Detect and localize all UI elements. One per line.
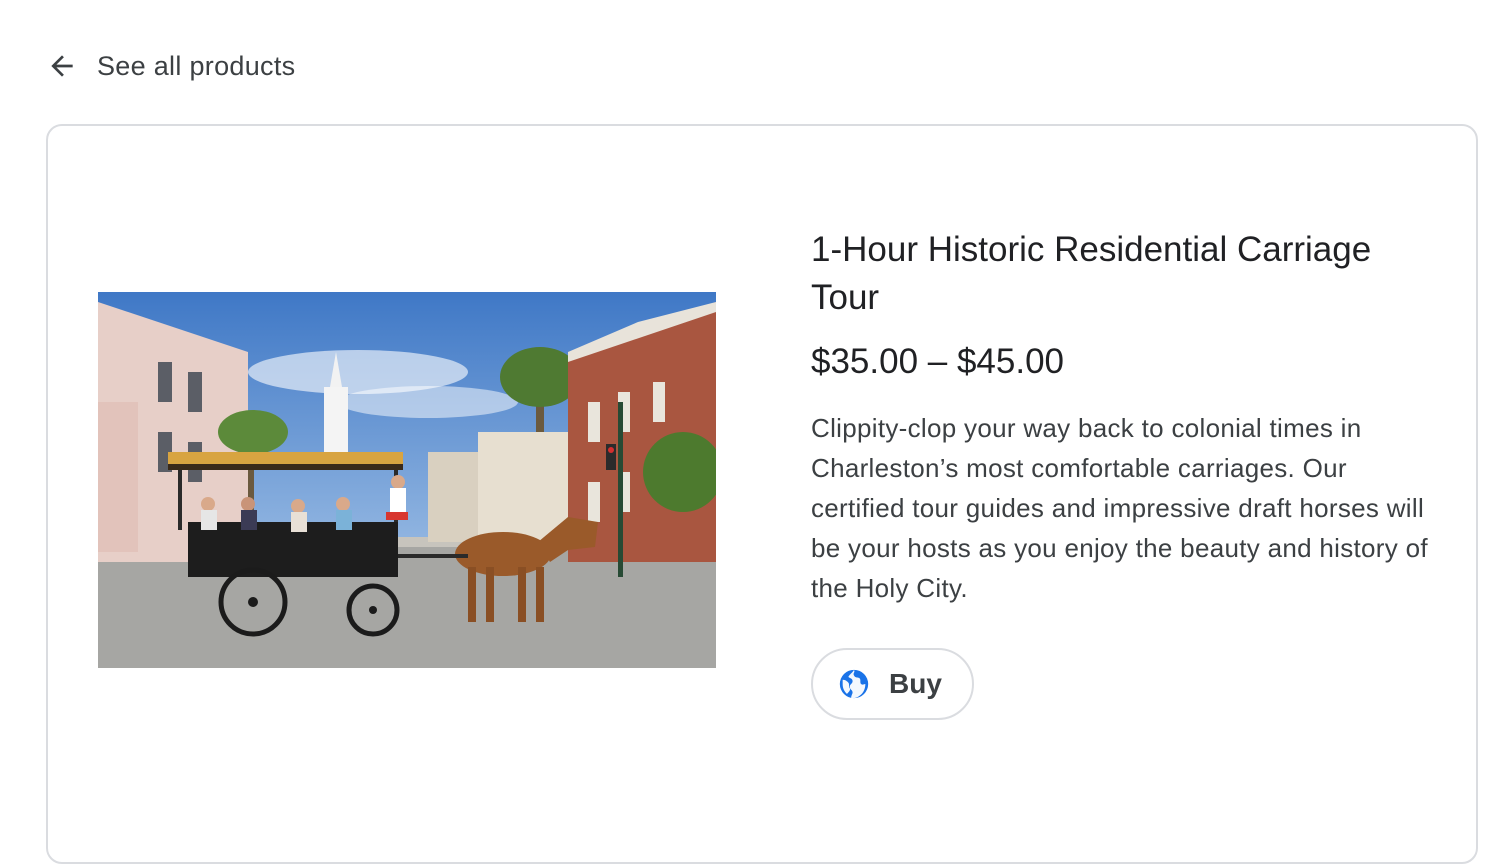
see-all-products-link[interactable]: See all products <box>46 48 295 84</box>
product-card: 1-Hour Historic Residential Carriage Tou… <box>46 124 1478 864</box>
buy-button-label: Buy <box>889 668 942 699</box>
product-price: $35.00 – $45.00 <box>811 342 1065 381</box>
product-image <box>98 292 716 668</box>
product-title: 1-Hour Historic Residential Carriage Tou… <box>811 230 1372 317</box>
globe-icon <box>837 667 871 701</box>
arrow-left-icon <box>46 50 78 82</box>
buy-button[interactable]: Buy <box>811 648 974 720</box>
product-description: Clippity-clop your way back to colonial … <box>811 413 1428 603</box>
product-info: 1-Hour Historic Residential Carriage Tou… <box>811 226 1441 720</box>
see-all-products-label: See all products <box>97 50 296 81</box>
